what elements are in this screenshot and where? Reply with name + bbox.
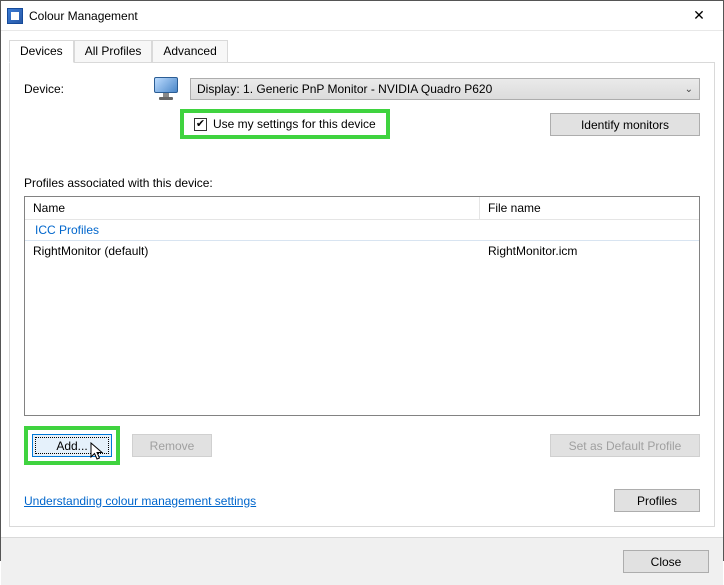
chevron-down-icon: ⌄	[685, 84, 693, 95]
understanding-link[interactable]: Understanding colour management settings	[24, 494, 256, 508]
use-my-settings-highlight: ✔ Use my settings for this device	[180, 109, 390, 139]
tab-devices[interactable]: Devices	[9, 40, 74, 63]
monitor-icon	[154, 77, 182, 101]
add-button-highlight: Add...	[24, 426, 120, 465]
profile-name: RightMonitor (default)	[25, 244, 480, 258]
profile-file: RightMonitor.icm	[480, 244, 585, 258]
column-header-file[interactable]: File name	[480, 197, 699, 219]
tab-advanced[interactable]: Advanced	[152, 40, 227, 63]
identify-monitors-button[interactable]: Identify monitors	[550, 113, 700, 136]
link-row: Understanding colour management settings…	[24, 489, 700, 512]
tab-all-profiles[interactable]: All Profiles	[74, 40, 153, 63]
title-bar: Colour Management ✕	[1, 1, 723, 31]
dialog-footer: Close	[1, 537, 723, 585]
tab-strip: Devices All Profiles Advanced	[9, 39, 723, 62]
set-default-profile-button[interactable]: Set as Default Profile	[550, 434, 700, 457]
use-my-settings-checkbox[interactable]: ✔	[194, 118, 207, 131]
tab-panel-devices: Device: Display: 1. Generic PnP Monitor …	[9, 62, 715, 527]
profiles-button-row: Add... Remove Set as Default Profile	[24, 426, 700, 465]
profiles-table[interactable]: Name File name ICC Profiles RightMonitor…	[24, 196, 700, 416]
remove-button[interactable]: Remove	[132, 434, 212, 457]
add-button[interactable]: Add...	[32, 434, 112, 457]
close-button[interactable]: Close	[623, 550, 709, 573]
window-title: Colour Management	[29, 9, 679, 23]
close-window-button[interactable]: ✕	[679, 2, 719, 30]
profiles-header: Name File name	[25, 197, 699, 220]
device-row: Device: Display: 1. Generic PnP Monitor …	[24, 77, 700, 101]
table-row[interactable]: RightMonitor (default) RightMonitor.icm	[25, 241, 699, 261]
profiles-group-header: ICC Profiles	[25, 220, 699, 241]
device-select-value: Display: 1. Generic PnP Monitor - NVIDIA…	[197, 82, 492, 96]
use-my-settings-label: Use my settings for this device	[213, 117, 376, 131]
device-label: Device:	[24, 82, 154, 96]
column-header-name[interactable]: Name	[25, 197, 480, 219]
app-icon	[7, 8, 23, 24]
profiles-section-label: Profiles associated with this device:	[24, 176, 700, 190]
profiles-button[interactable]: Profiles	[614, 489, 700, 512]
device-select[interactable]: Display: 1. Generic PnP Monitor - NVIDIA…	[190, 78, 700, 100]
